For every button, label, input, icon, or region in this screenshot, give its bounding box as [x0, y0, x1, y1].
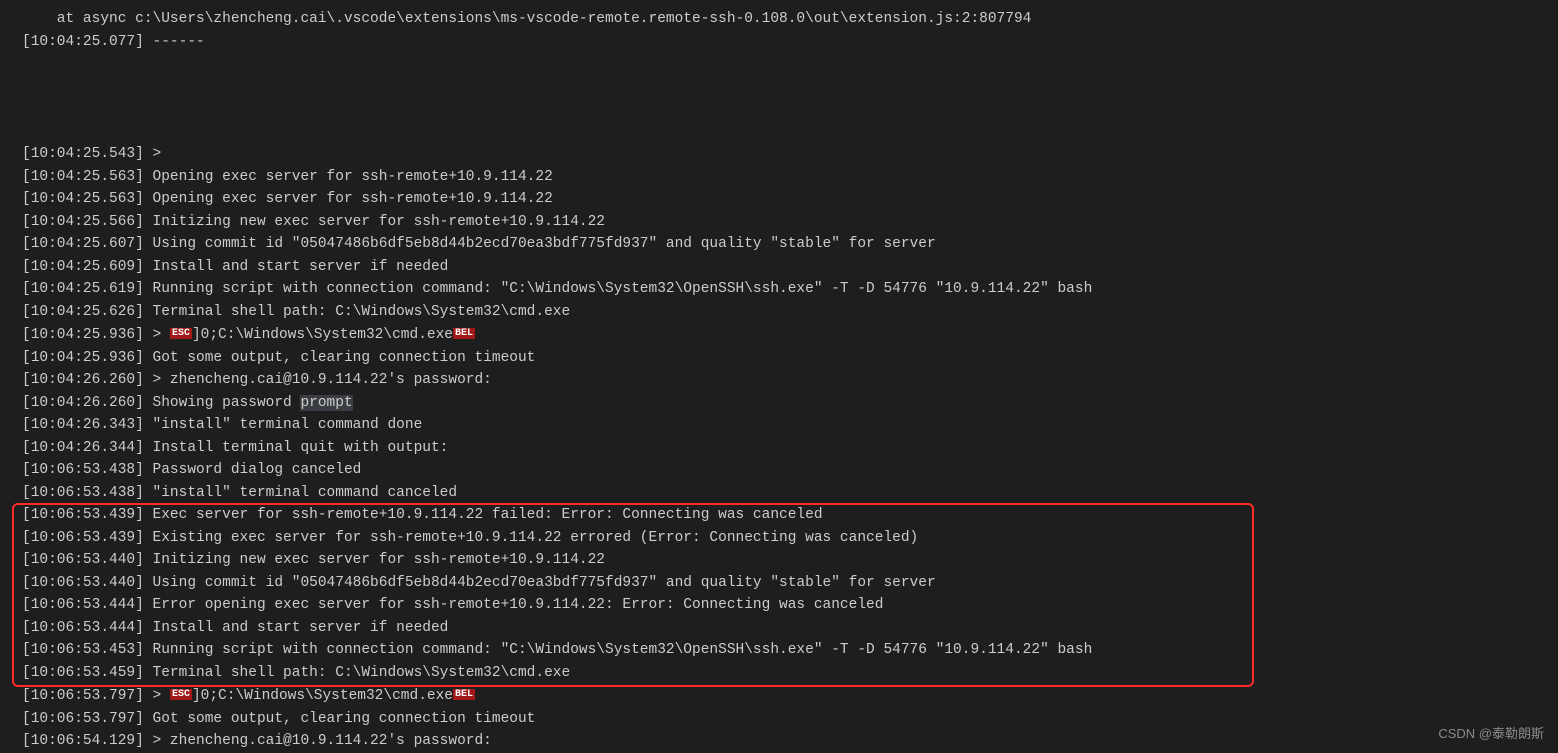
log-line: [10:06:53.438] "install" terminal comman… [0, 482, 1558, 505]
log-line: [10:04:26.343] "install" terminal comman… [0, 414, 1558, 437]
log-line: [10:04:25.619] Running script with conne… [0, 278, 1558, 301]
log-line: [10:04:25.936] Got some output, clearing… [0, 347, 1558, 370]
selected-text: prompt [300, 395, 352, 411]
bel-tag: BEL [453, 328, 475, 339]
log-line: [10:06:53.438] Password dialog canceled [0, 459, 1558, 482]
log-line: at async c:\Users\zhencheng.cai\.vscode\… [0, 8, 1558, 31]
log-line: [10:06:53.444] Install and start server … [0, 617, 1558, 640]
log-line: [10:06:53.440] Initizing new exec server… [0, 549, 1558, 572]
log-line: [10:06:53.440] Using commit id "05047486… [0, 572, 1558, 595]
esc-tag: ESC [170, 328, 192, 339]
log-line: [10:06:53.797] > ESC]0;C:\Windows\System… [0, 684, 1558, 708]
terminal-log[interactable]: at async c:\Users\zhencheng.cai\.vscode\… [0, 8, 1558, 753]
log-line: [10:04:26.344] Install terminal quit wit… [0, 437, 1558, 460]
log-line: [10:04:25.626] Terminal shell path: C:\W… [0, 301, 1558, 324]
log-line: [10:04:25.566] Initizing new exec server… [0, 211, 1558, 234]
watermark: CSDN @泰勒朗斯 [1438, 723, 1544, 746]
log-line: [10:04:25.563] Opening exec server for s… [0, 188, 1558, 211]
bel-tag: BEL [453, 689, 475, 700]
log-line: [10:06:54.129] > zhencheng.cai@10.9.114.… [0, 730, 1558, 753]
log-line: [10:06:53.459] Terminal shell path: C:\W… [0, 662, 1558, 685]
log-line: [10:06:53.453] Running script with conne… [0, 639, 1558, 662]
log-line: [10:06:53.439] Exec server for ssh-remot… [0, 504, 1558, 527]
log-line: [10:04:25.936] > ESC]0;C:\Windows\System… [0, 323, 1558, 347]
log-line: [10:04:25.543] > [0, 143, 1558, 166]
esc-tag: ESC [170, 689, 192, 700]
log-line: [10:04:26.260] > zhencheng.cai@10.9.114.… [0, 369, 1558, 392]
log-line: [10:04:25.609] Install and start server … [0, 256, 1558, 279]
log-line: [10:04:25.563] Opening exec server for s… [0, 166, 1558, 189]
log-line: [10:04:26.260] Showing password prompt [0, 392, 1558, 415]
log-line: [10:04:25.077] ------ [0, 31, 1558, 54]
log-line: [10:06:53.439] Existing exec server for … [0, 527, 1558, 550]
log-line: [10:06:53.797] Got some output, clearing… [0, 708, 1558, 731]
log-line: [10:06:53.444] Error opening exec server… [0, 594, 1558, 617]
log-line: [10:04:25.607] Using commit id "05047486… [0, 233, 1558, 256]
